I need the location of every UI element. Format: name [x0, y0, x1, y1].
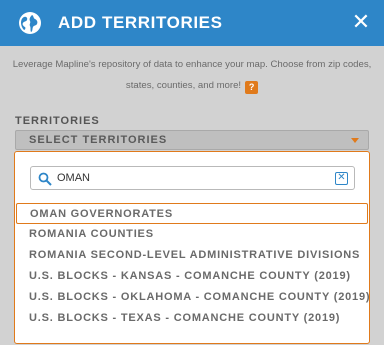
- option-romania-second-level[interactable]: ROMANIA SECOND-LEVEL ADMINISTRATIVE DIVI…: [16, 245, 368, 266]
- clear-search-icon[interactable]: ✕: [335, 172, 348, 185]
- option-oklahoma-comanche[interactable]: U.S. BLOCKS - OKLAHOMA - COMANCHE COUNTY…: [16, 287, 370, 308]
- intro-text: Leverage Mapline's repository of data to…: [8, 54, 376, 96]
- help-icon[interactable]: ?: [245, 81, 259, 94]
- option-kansas-comanche[interactable]: U.S. BLOCKS - KANSAS - COMANCHE COUNTY (…: [16, 266, 368, 287]
- dialog-header: ADD TERRITORIES ✕: [0, 0, 384, 46]
- territories-select[interactable]: SELECT TERRITORIES: [15, 130, 369, 150]
- search-box: ✕: [30, 166, 355, 190]
- search-icon: [38, 172, 52, 186]
- search-input[interactable]: [57, 170, 327, 186]
- territories-dropdown: ✕ OMAN GOVERNORATES ROMANIA COUNTIES ROM…: [14, 151, 370, 344]
- intro-line-1: Leverage Mapline's repository of data to…: [12, 59, 372, 70]
- option-oman-governorates[interactable]: OMAN GOVERNORATES: [16, 203, 368, 224]
- dialog-title: ADD TERRITORIES: [58, 13, 223, 32]
- option-texas-comanche[interactable]: U.S. BLOCKS - TEXAS - COMANCHE COUNTY (2…: [16, 308, 368, 329]
- chevron-down-icon[interactable]: [351, 138, 359, 143]
- intro-line-2: states, counties, and more!: [125, 80, 242, 91]
- close-icon[interactable]: ✕: [350, 11, 372, 33]
- globe-icon: [19, 12, 41, 34]
- option-romania-counties[interactable]: ROMANIA COUNTIES: [16, 224, 368, 245]
- select-placeholder: SELECT TERRITORIES: [29, 134, 168, 146]
- options-list: OMAN GOVERNORATES ROMANIA COUNTIES ROMAN…: [15, 203, 370, 329]
- territories-label: TERRITORIES: [15, 115, 100, 127]
